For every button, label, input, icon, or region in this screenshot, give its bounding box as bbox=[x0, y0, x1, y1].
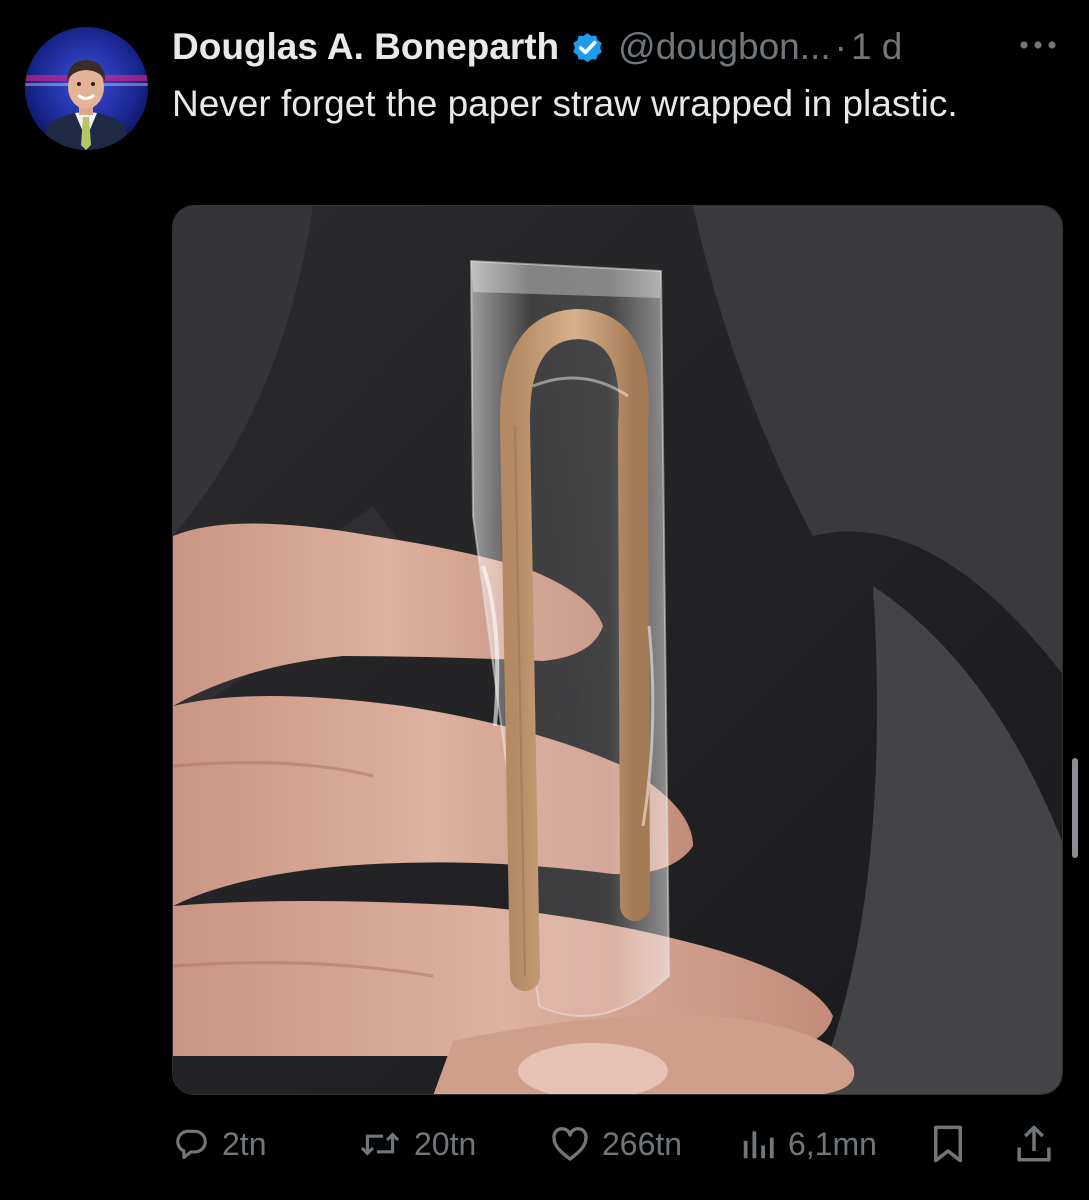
verified-badge-icon bbox=[569, 29, 606, 66]
tweet-actions: 2tn 20tn 266tn 6,1mn bbox=[172, 1118, 1062, 1170]
tweet-text: Never forget the paper straw wrapped in … bbox=[172, 83, 958, 124]
author-avatar[interactable] bbox=[25, 27, 148, 150]
views-icon bbox=[740, 1125, 776, 1163]
views-button[interactable]: 6,1mn bbox=[740, 1118, 877, 1170]
more-options-icon[interactable] bbox=[1016, 30, 1060, 60]
like-count: 266tn bbox=[602, 1125, 683, 1162]
views-count: 6,1mn bbox=[788, 1125, 877, 1162]
retweet-count: 20tn bbox=[414, 1125, 477, 1162]
retweet-button[interactable]: 20tn bbox=[358, 1118, 476, 1170]
share-button[interactable] bbox=[1014, 1118, 1054, 1170]
reply-count: 2tn bbox=[222, 1125, 267, 1162]
tweet[interactable]: Douglas A. Boneparth @dougbon... · 1 d N… bbox=[0, 0, 1089, 1200]
separator-dot: · bbox=[834, 26, 847, 67]
bookmark-button[interactable] bbox=[930, 1118, 966, 1170]
author-display-name[interactable]: Douglas A. Boneparth bbox=[172, 26, 559, 68]
author-handle[interactable]: @dougbon... bbox=[618, 26, 830, 68]
retweet-icon bbox=[358, 1125, 402, 1163]
heart-icon bbox=[550, 1125, 590, 1163]
share-icon bbox=[1014, 1123, 1054, 1165]
timestamp[interactable]: 1 d bbox=[851, 26, 902, 68]
like-button[interactable]: 266tn bbox=[550, 1118, 682, 1170]
tweet-photo[interactable] bbox=[172, 205, 1063, 1095]
scrollbar-thumb[interactable] bbox=[1072, 758, 1078, 858]
reply-button[interactable]: 2tn bbox=[172, 1118, 266, 1170]
reply-icon bbox=[172, 1125, 210, 1163]
bookmark-icon bbox=[930, 1123, 966, 1165]
tweet-header: Douglas A. Boneparth @dougbon... · 1 d bbox=[172, 20, 902, 74]
